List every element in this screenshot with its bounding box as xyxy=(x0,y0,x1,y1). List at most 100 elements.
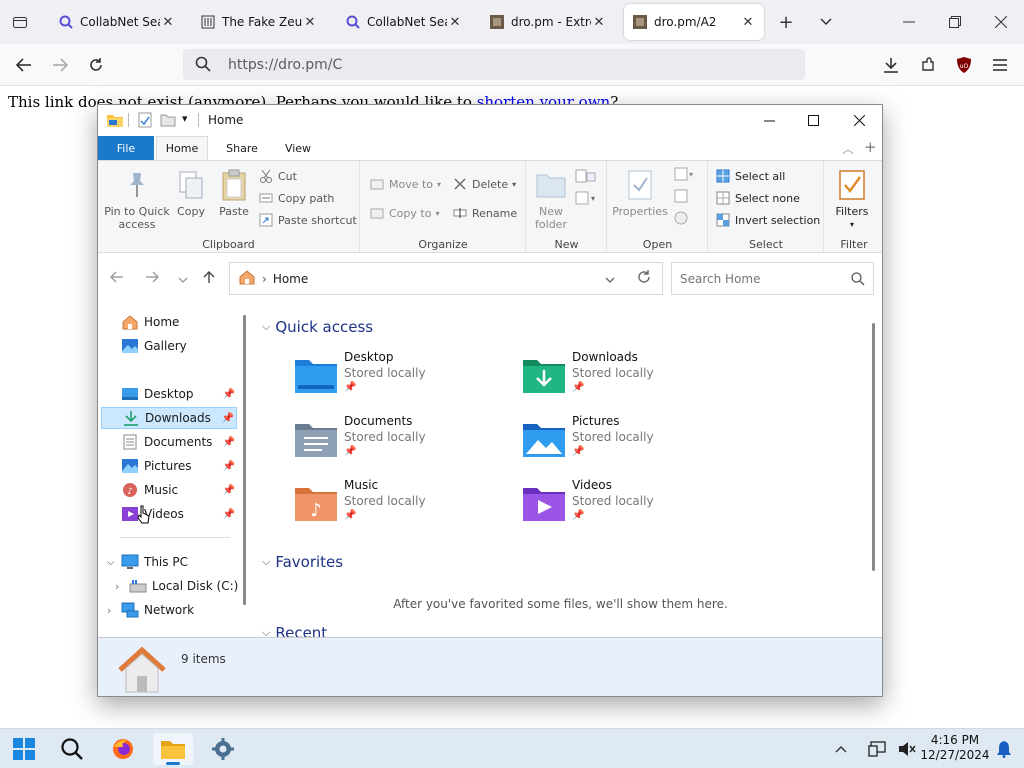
nav-item-desktop[interactable]: Desktop 📌 xyxy=(101,383,237,405)
clock[interactable]: 4:16 PM 12/27/2024 xyxy=(920,733,990,763)
add-tab-icon[interactable]: + xyxy=(864,138,877,156)
properties-quick-icon[interactable] xyxy=(138,112,152,131)
minimize-button[interactable] xyxy=(897,10,921,34)
forward-arrow-icon[interactable] xyxy=(145,271,159,286)
quick-access-item-videos[interactable]: Videos Stored locally 📌 xyxy=(522,478,732,534)
nav-item-pictures[interactable]: Pictures 📌 xyxy=(101,455,237,477)
copy-to-button[interactable]: Copy to ▾ xyxy=(369,205,439,221)
easy-access-icon[interactable]: ▾ xyxy=(575,191,597,208)
delete-button[interactable]: Delete ▾ xyxy=(452,176,516,192)
recent-header[interactable]: ⌵ Recent xyxy=(262,624,327,637)
menu-icon[interactable] xyxy=(988,53,1012,77)
ublock-shield-icon[interactable]: uO xyxy=(952,53,976,77)
collapsed-chevron-icon[interactable]: › xyxy=(107,604,111,617)
breadcrumb-home[interactable]: Home xyxy=(273,272,308,286)
new-tab-button[interactable]: + xyxy=(774,10,798,34)
history-icon[interactable] xyxy=(674,211,690,228)
filters-button[interactable]: Filters ▾ xyxy=(829,169,875,231)
copy-button[interactable]: Copy xyxy=(174,169,208,218)
quick-access-item-desktop[interactable]: Desktop Stored locally 📌 xyxy=(294,350,504,406)
nav-item-network[interactable]: › Network xyxy=(101,599,237,621)
browser-tab-2[interactable]: The Fake Zeus Vi ✕ xyxy=(192,4,326,40)
browser-tab-3[interactable]: CollabNet SearX ✕ xyxy=(337,4,471,40)
nav-item-music[interactable]: ♪ Music 📌 xyxy=(101,479,237,501)
address-history-chevron-icon[interactable] xyxy=(605,273,615,287)
up-arrow-icon[interactable] xyxy=(203,270,215,287)
invert-selection-button[interactable]: Invert selection xyxy=(715,212,820,228)
tab-file[interactable]: File xyxy=(98,136,154,160)
quick-access-header[interactable]: ⌵ Quick access xyxy=(262,318,373,336)
tab-share[interactable]: Share xyxy=(216,136,268,160)
back-button[interactable] xyxy=(12,53,36,77)
close-icon[interactable]: ✕ xyxy=(160,15,176,30)
nav-item-documents[interactable]: Documents 📌 xyxy=(101,431,237,453)
recent-locations-chevron-icon[interactable] xyxy=(178,273,188,287)
collapse-ribbon-icon[interactable]: ︿ xyxy=(842,140,854,157)
tab-home[interactable]: Home xyxy=(156,136,208,160)
select-none-button[interactable]: Select none xyxy=(715,190,800,206)
paste-shortcut-button[interactable]: Paste shortcut xyxy=(258,212,357,228)
address-bar[interactable]: › Home xyxy=(229,262,663,295)
nav-scrollbar[interactable] xyxy=(243,315,246,605)
nav-item-home[interactable]: Home xyxy=(101,311,237,333)
quick-access-item-pictures[interactable]: Pictures Stored locally 📌 xyxy=(522,414,732,470)
search-taskbar-button[interactable] xyxy=(52,733,92,765)
collapsed-chevron-icon[interactable]: › xyxy=(115,580,119,593)
notification-bell-icon[interactable] xyxy=(992,733,1016,765)
close-icon[interactable]: ✕ xyxy=(302,15,318,30)
edit-icon[interactable] xyxy=(674,189,690,206)
reload-button[interactable] xyxy=(84,53,108,77)
maximize-button[interactable] xyxy=(790,105,836,136)
browser-tab-5[interactable]: dro.pm/A2 ✕ xyxy=(624,4,764,40)
settings-gear-icon[interactable] xyxy=(203,733,243,765)
nav-item-gallery[interactable]: Gallery xyxy=(101,335,237,357)
open-icon[interactable]: ▾ xyxy=(674,167,694,184)
properties-button[interactable]: Properties xyxy=(612,169,668,218)
minimize-button[interactable] xyxy=(746,105,792,136)
close-window-button[interactable] xyxy=(836,105,882,136)
refresh-icon[interactable] xyxy=(637,270,651,287)
new-item-icon[interactable] xyxy=(575,169,597,186)
downloads-icon[interactable] xyxy=(879,53,903,77)
pin-quick-access-button[interactable]: Pin to Quick access xyxy=(104,169,170,231)
quick-access-item-downloads[interactable]: Downloads Stored locally 📌 xyxy=(522,350,732,406)
forward-button[interactable] xyxy=(48,53,72,77)
close-icon[interactable]: ✕ xyxy=(740,15,756,30)
content-scrollbar[interactable] xyxy=(872,323,875,571)
tab-list-chevron-icon[interactable] xyxy=(814,10,838,34)
tab-view[interactable]: View xyxy=(272,136,324,160)
back-arrow-icon[interactable] xyxy=(110,271,124,286)
network-tray-icon[interactable] xyxy=(864,733,890,765)
url-bar[interactable]: https://dro.pm/C xyxy=(183,49,805,80)
tab-overview-icon[interactable] xyxy=(8,10,32,34)
copy-path-button[interactable]: Copy path xyxy=(258,190,334,206)
quick-access-item-music[interactable]: ♪ Music Stored locally 📌 xyxy=(294,478,504,534)
search-box[interactable]: Search Home xyxy=(671,262,874,295)
nav-item-videos[interactable]: Videos 📌 xyxy=(101,503,237,525)
expand-chevron-icon[interactable]: ⌵ xyxy=(107,557,115,568)
browser-tab-1[interactable]: CollabNet SearX ✕ xyxy=(50,4,184,40)
select-all-button[interactable]: Select all xyxy=(715,168,785,184)
file-explorer-taskbar-icon[interactable] xyxy=(153,733,193,765)
close-icon[interactable]: ✕ xyxy=(591,15,607,30)
close-window-button[interactable] xyxy=(989,10,1013,34)
paste-button[interactable]: Paste xyxy=(216,169,252,218)
extensions-icon[interactable] xyxy=(916,53,940,77)
new-folder-button[interactable]: New folder xyxy=(531,169,571,231)
close-icon[interactable]: ✕ xyxy=(447,15,463,30)
tray-chevron-icon[interactable] xyxy=(829,733,853,765)
rename-button[interactable]: Rename xyxy=(452,205,517,221)
nav-item-local-disk[interactable]: › Local Disk (C:) xyxy=(101,575,241,597)
favorites-header[interactable]: ⌵ Favorites xyxy=(262,553,343,571)
quick-access-item-documents[interactable]: Documents Stored locally 📌 xyxy=(294,414,504,470)
move-to-button[interactable]: Move to ▾ xyxy=(369,176,441,192)
firefox-taskbar-icon[interactable] xyxy=(103,733,143,765)
start-button[interactable] xyxy=(4,733,44,765)
nav-item-downloads[interactable]: Downloads 📌 xyxy=(101,407,237,429)
restore-button[interactable] xyxy=(943,10,967,34)
volume-muted-icon[interactable] xyxy=(894,733,920,765)
new-folder-quick-icon[interactable] xyxy=(160,113,176,130)
customize-toolbar-chevron-icon[interactable]: ▾ xyxy=(182,112,188,125)
browser-tab-4[interactable]: dro.pm - Extrem ✕ xyxy=(481,4,615,40)
cut-button[interactable]: Cut xyxy=(258,168,297,184)
